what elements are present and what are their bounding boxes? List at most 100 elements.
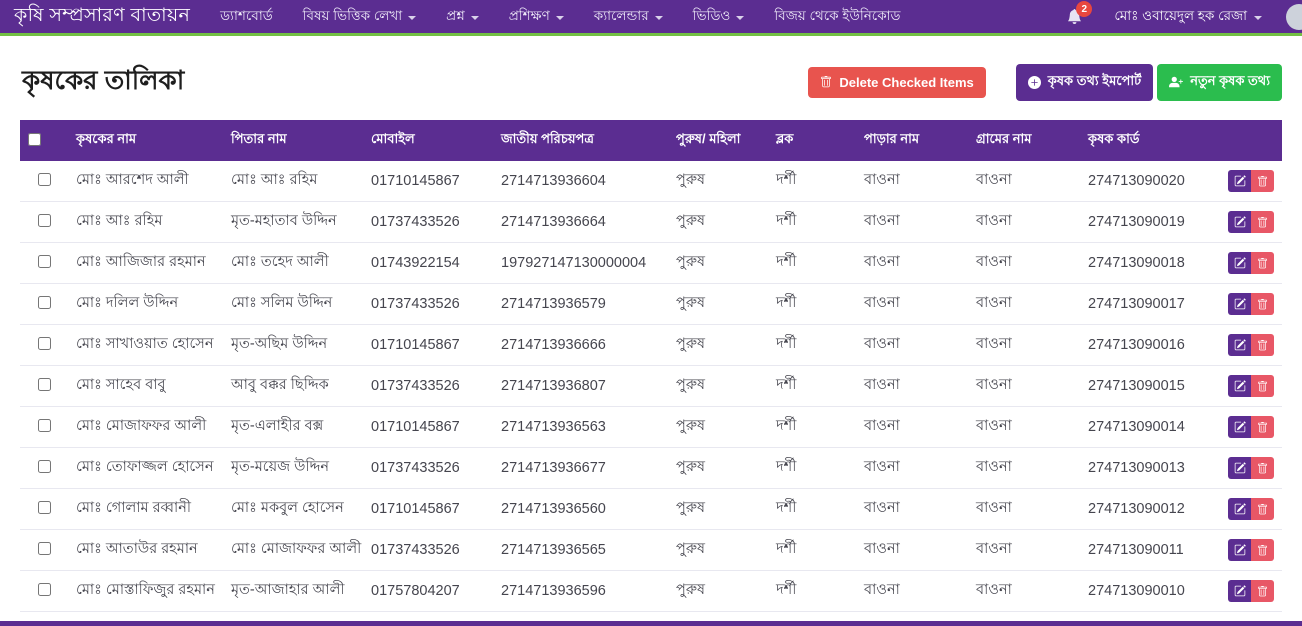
nav-item-1[interactable]: বিষয় ভিত্তিক লেখা [303,5,416,28]
cell-block: দর্শী [768,571,856,612]
delete-row-button[interactable] [1251,375,1274,397]
cell-farmer-card: 274713090020 [1080,161,1220,202]
cell-block: দর্শী [768,243,856,284]
edit-row-button[interactable] [1228,457,1251,479]
delete-row-button[interactable] [1251,539,1274,561]
row-checkbox[interactable] [38,501,51,514]
edit-row-button[interactable] [1228,498,1251,520]
col-gender: পুরুষ/ মহিলা [668,120,768,161]
cell-farmer-card: 274713090012 [1080,489,1220,530]
delete-row-button[interactable] [1251,457,1274,479]
cell-father-name: মোঃ সলিম উদ্দিন [223,284,363,325]
avatar[interactable] [1286,4,1302,30]
cell-gender: পুরুষ [668,284,768,325]
edit-row-button[interactable] [1228,416,1251,438]
cell-gender: পুরুষ [668,366,768,407]
pencil-square-icon [1234,298,1246,310]
chevron-down-icon [655,16,663,20]
row-checkbox[interactable] [38,337,51,350]
select-all-checkbox[interactable] [28,133,41,146]
trash-icon [1257,463,1268,474]
edit-row-button[interactable] [1228,252,1251,274]
delete-checked-label: Delete Checked Items [839,75,973,90]
edit-row-button[interactable] [1228,211,1251,233]
chevron-down-icon [736,16,744,20]
cell-nid: 2714713936604 [493,161,668,202]
row-actions [1228,498,1274,520]
cell-farmer-name: মোঃ সাখাওয়াত হোসেন [68,325,223,366]
row-checkbox[interactable] [38,255,51,268]
cell-nid: 2714713936677 [493,448,668,489]
nav-item-3[interactable]: প্রশিক্ষণ [509,5,564,28]
row-actions [1228,539,1274,561]
cell-village: বাওনা [968,325,1080,366]
cell-village: বাওনা [968,489,1080,530]
row-checkbox[interactable] [38,296,51,309]
farmer-buttons-group: কৃষক তথ্য ইমপোর্ট নতুন কৃষক তথ্য [1016,64,1282,101]
delete-row-button[interactable] [1251,252,1274,274]
cell-nid: 2714713936579 [493,284,668,325]
edit-row-button[interactable] [1228,334,1251,356]
pencil-square-icon [1234,462,1246,474]
cell-para: বাওনা [856,571,968,612]
cell-village: বাওনা [968,448,1080,489]
pencil-square-icon [1234,257,1246,269]
cell-farmer-name: মোঃ গোলাম রব্বানী [68,489,223,530]
delete-checked-button[interactable]: Delete Checked Items [808,67,985,98]
chevron-down-icon [556,16,564,20]
new-farmer-button[interactable]: নতুন কৃষক তথ্য [1157,64,1282,101]
cell-para: বাওনা [856,407,968,448]
row-checkbox[interactable] [38,214,51,227]
cell-farmer-card: 274713090017 [1080,284,1220,325]
delete-row-button[interactable] [1251,580,1274,602]
nav-item-2[interactable]: প্রশ্ন [446,5,479,28]
cell-block: দর্শী [768,530,856,571]
row-checkbox[interactable] [38,173,51,186]
edit-row-button[interactable] [1228,539,1251,561]
page-actions: Delete Checked Items কৃষক তথ্য ইমপোর্ট ন… [808,64,1282,101]
row-checkbox[interactable] [38,542,51,555]
row-actions [1228,416,1274,438]
delete-row-button[interactable] [1251,170,1274,192]
new-farmer-label: নতুন কৃষক তথ্য [1190,72,1270,93]
cell-farmer-name: মোঃ তোফাজ্জল হোসেন [68,448,223,489]
cell-mobile: 01710145867 [363,325,493,366]
notifications-button[interactable]: 2 [1067,9,1082,24]
nav-item-6[interactable]: বিজয় থেকে ইউনিকোড [774,5,900,28]
cell-nid: 2714713936560 [493,489,668,530]
delete-row-button[interactable] [1251,211,1274,233]
trash-icon [1257,545,1268,556]
brand-logo[interactable]: কৃষি সম্প্রসারণ বাতায়ন [14,1,190,33]
delete-row-button[interactable] [1251,416,1274,438]
cell-block: দর্শী [768,448,856,489]
delete-row-button[interactable] [1251,293,1274,315]
cell-block: দর্শী [768,161,856,202]
cell-farmer-name: মোঃ মোস্তাফিজুর রহমান [68,571,223,612]
user-menu[interactable]: মোঃ ওবায়েদুল হক রেজা [1114,5,1262,28]
row-checkbox[interactable] [38,378,51,391]
edit-row-button[interactable] [1228,293,1251,315]
pencil-square-icon [1234,175,1246,187]
col-village: গ্রামের নাম [968,120,1080,161]
edit-row-button[interactable] [1228,375,1251,397]
cell-block: দর্শী [768,202,856,243]
nav-item-4[interactable]: ক্যালেন্ডার [594,5,663,28]
nav-item-label: প্রশ্ন [446,5,465,28]
delete-row-button[interactable] [1251,334,1274,356]
edit-row-button[interactable] [1228,170,1251,192]
trash-icon [1257,504,1268,515]
cell-farmer-name: মোঃ সাহেব বাবু [68,366,223,407]
row-checkbox[interactable] [38,419,51,432]
cell-gender: পুরুষ [668,202,768,243]
edit-row-button[interactable] [1228,580,1251,602]
table-row: মোঃ আরশেদ আলী মোঃ আঃ রহিম 01710145867 27… [20,161,1282,202]
nav-item-5[interactable]: ভিডিও [693,5,745,28]
import-farmer-button[interactable]: কৃষক তথ্য ইমপোর্ট [1016,64,1153,101]
pencil-square-icon [1234,339,1246,351]
row-checkbox[interactable] [38,583,51,596]
delete-row-button[interactable] [1251,498,1274,520]
nav-item-0[interactable]: ড্যাশবোর্ড [220,5,273,28]
pencil-square-icon [1234,503,1246,515]
row-checkbox[interactable] [38,460,51,473]
farmers-table: কৃষকের নাম পিতার নাম মোবাইল জাতীয় পরিচয… [20,120,1282,626]
